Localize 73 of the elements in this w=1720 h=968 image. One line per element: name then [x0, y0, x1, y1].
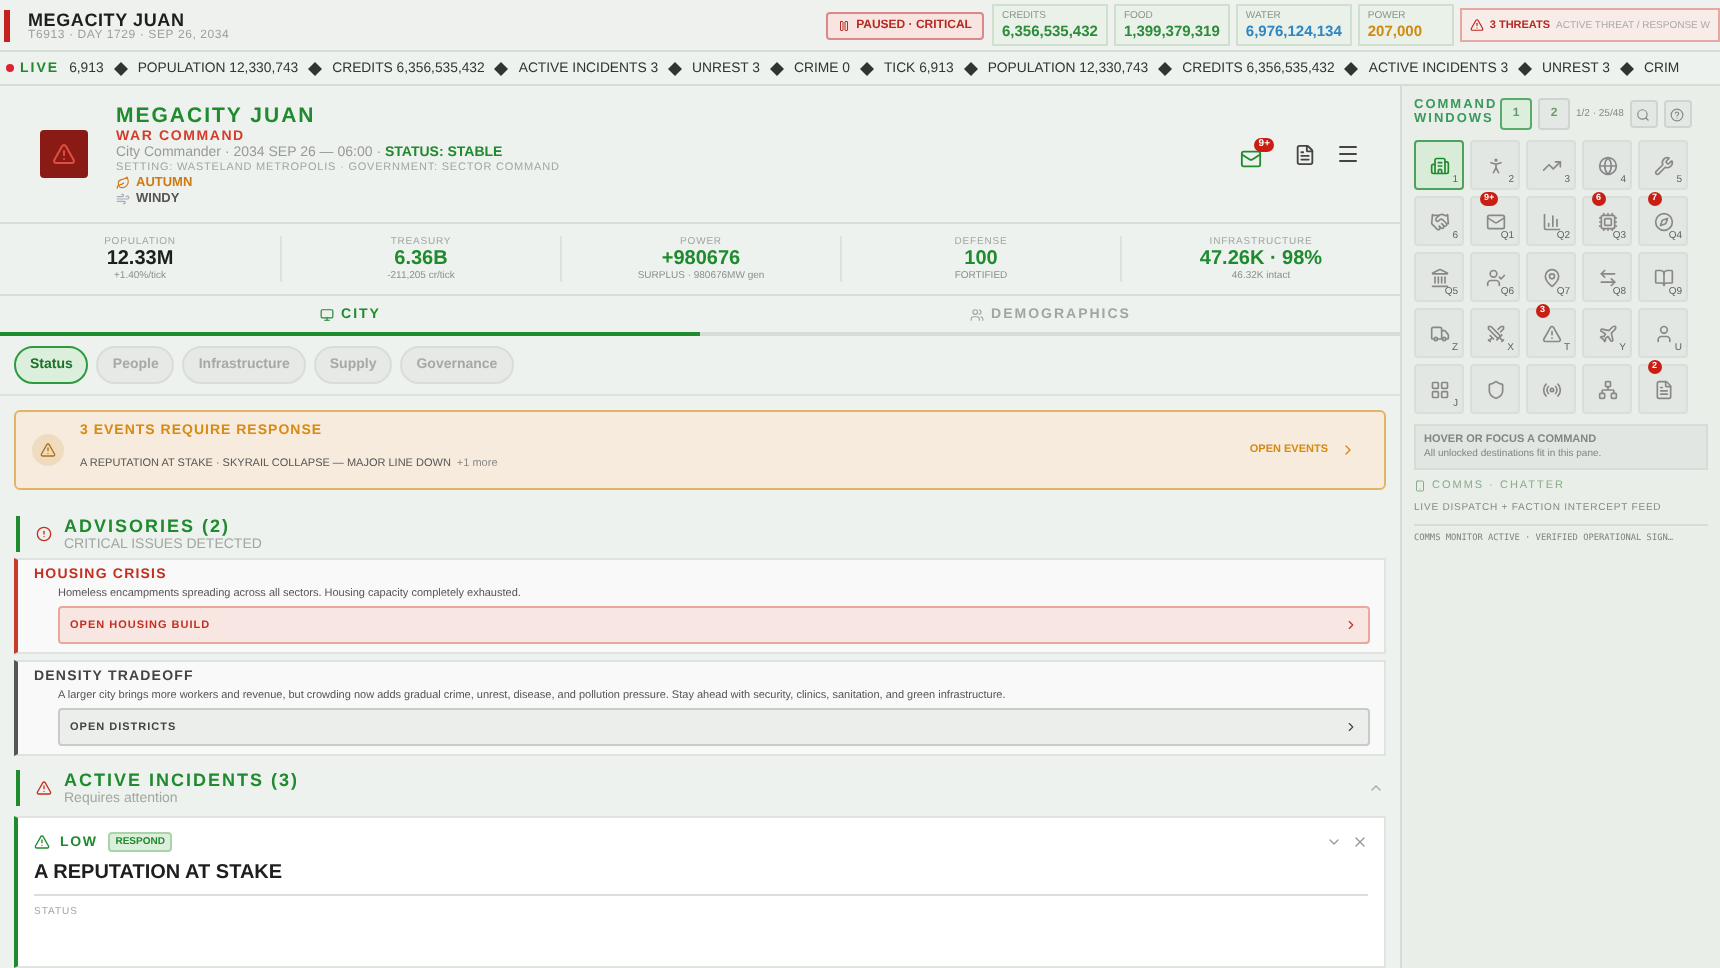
chevron-right-icon [1344, 720, 1358, 734]
grid-icon [1429, 379, 1449, 399]
bar-chart-icon [1541, 211, 1561, 231]
leaf-icon [116, 175, 130, 189]
menu-icon[interactable] [1336, 142, 1360, 166]
warning-icon [36, 780, 52, 796]
trend-icon [1541, 155, 1561, 175]
chevron-right-icon [1340, 442, 1356, 458]
command-button[interactable] [1470, 364, 1520, 414]
pause-icon [838, 19, 851, 31]
warning-icon [34, 834, 50, 850]
help-button[interactable] [1663, 100, 1692, 128]
book-icon [1653, 267, 1673, 287]
document-icon [1653, 379, 1673, 399]
close-icon[interactable] [1352, 834, 1368, 850]
diamond-icon [1344, 61, 1359, 75]
compass-icon [1653, 211, 1673, 231]
stat-value: 12.33M [106, 248, 174, 270]
shield-icon [1485, 379, 1505, 399]
plane-icon [1597, 323, 1617, 343]
stat-value: 47.26K · 98% [1199, 248, 1323, 270]
swords-icon [1485, 323, 1505, 343]
mail-icon [1485, 211, 1505, 231]
handshake-icon [1429, 211, 1449, 231]
arrows-icon [1597, 267, 1617, 287]
city-icon [1429, 155, 1449, 175]
diamond-icon [494, 61, 509, 75]
stat-value: +980676 [661, 248, 741, 270]
stat-value: 6.36B [394, 248, 448, 270]
section-title: ADVISORIES (2) [64, 516, 233, 536]
radio-icon [1541, 379, 1561, 399]
collapse-icon[interactable] [1368, 780, 1384, 796]
command-button[interactable] [1526, 364, 1576, 414]
chip-icon [1597, 211, 1617, 231]
diamond-icon [1620, 61, 1634, 75]
wind-icon [116, 191, 130, 205]
expand-icon[interactable] [1326, 834, 1342, 850]
diamond-icon [963, 61, 978, 75]
network-icon [1597, 379, 1617, 399]
diamond-icon [113, 61, 128, 75]
incident-title: A REPUTATION AT STAKE [34, 862, 285, 884]
user-icon [1653, 323, 1673, 343]
city-name: MEGACITY JUAN [116, 103, 318, 127]
diamond-icon [308, 61, 323, 75]
help-icon [1670, 107, 1685, 121]
document-icon[interactable] [1294, 143, 1316, 165]
wrench-icon [1653, 155, 1673, 175]
person-icon [1485, 155, 1505, 175]
user-icon [1485, 267, 1505, 287]
monitor-icon [319, 307, 334, 321]
alert-icon [36, 526, 52, 542]
section-title: ACTIVE INCIDENTS (3) [64, 770, 302, 790]
warning-icon [1469, 18, 1484, 32]
chevron-right-icon [1344, 618, 1358, 632]
bank-icon [1429, 267, 1449, 287]
globe-icon [1597, 155, 1617, 175]
stat-value: 100 [964, 248, 998, 270]
users-icon [969, 307, 984, 321]
warning-icon [1541, 323, 1561, 343]
search-button[interactable] [1629, 100, 1658, 128]
app-title: MEGACITY JUAN [28, 9, 187, 29]
diamond-icon [859, 61, 874, 75]
search-icon [1636, 107, 1651, 121]
diamond-icon [1518, 61, 1533, 75]
diamond-icon [668, 61, 683, 75]
warning-icon [32, 434, 64, 466]
command-button[interactable] [1582, 364, 1632, 414]
diamond-icon [770, 61, 784, 75]
map-pin-icon [1541, 267, 1561, 287]
warning-icon [52, 142, 76, 166]
phone-icon [1414, 480, 1426, 492]
diamond-icon [1158, 61, 1173, 75]
truck-icon [1429, 323, 1449, 343]
